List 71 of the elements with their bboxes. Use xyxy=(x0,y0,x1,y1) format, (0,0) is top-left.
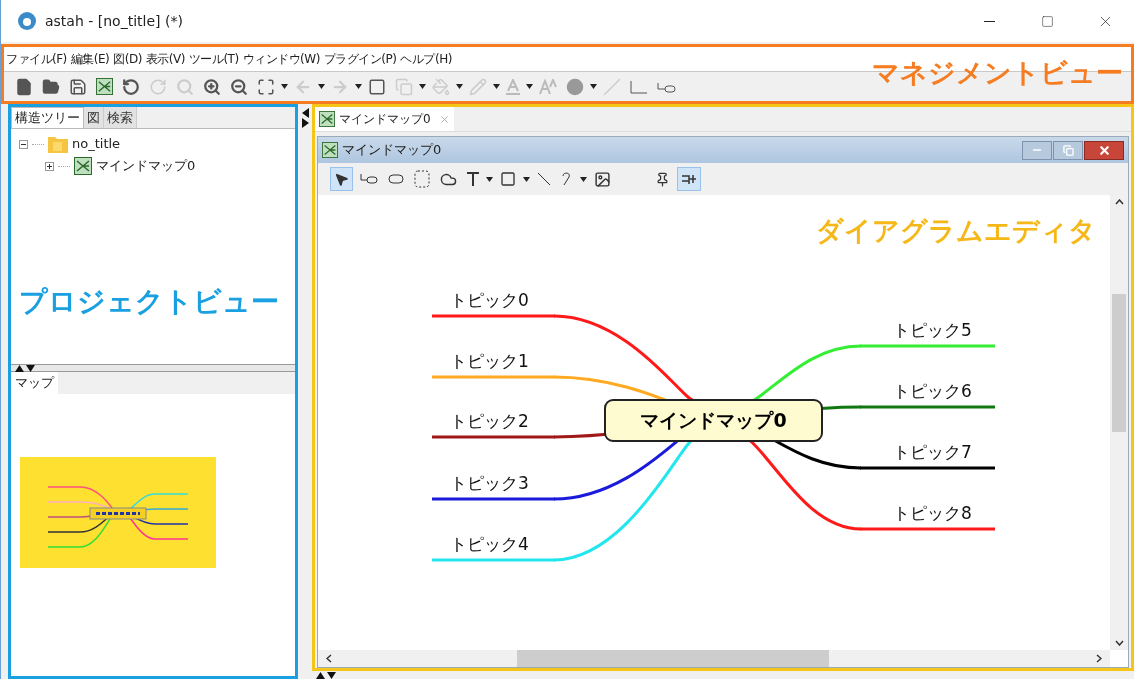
menu-item[interactable]: 編集(E) xyxy=(70,50,110,68)
expand-right-icon[interactable] xyxy=(301,118,309,128)
splitter-arrows-icon[interactable] xyxy=(15,364,35,372)
collapse-left-icon[interactable] xyxy=(301,108,309,118)
restore-icon xyxy=(1062,144,1074,156)
topic-label[interactable]: トピック6 xyxy=(893,381,972,401)
scroll-left-icon[interactable] xyxy=(326,654,332,663)
topic-label[interactable]: トピック8 xyxy=(893,503,972,523)
topic-label[interactable]: トピック3 xyxy=(450,473,529,493)
minimize-icon xyxy=(983,20,995,22)
diagram-window-title: マインドマップ0 xyxy=(342,141,442,160)
menu-item[interactable]: 図(D) xyxy=(113,50,142,68)
central-topic[interactable] xyxy=(604,399,823,442)
panel-tab[interactable]: 図 xyxy=(84,107,104,128)
topic-label[interactable]: トピック0 xyxy=(450,290,529,310)
scroll-up-icon[interactable] xyxy=(1114,199,1124,205)
management-view-label: マネジメントビュー xyxy=(872,59,1123,86)
menu-item[interactable]: ファイル(F) xyxy=(6,50,67,68)
align-tool-icon[interactable] xyxy=(677,167,701,191)
horizontal-scrollbar[interactable] xyxy=(318,650,1110,667)
scroll-right-icon[interactable] xyxy=(1096,654,1102,663)
expand-icon[interactable] xyxy=(45,161,54,171)
tree-item[interactable]: no_title xyxy=(72,134,121,154)
window-title: astah - [no_title] (*) xyxy=(45,11,183,31)
diagram-editor-label: ダイアグラムエディタ xyxy=(816,217,1096,244)
caret-icon[interactable] xyxy=(281,84,288,89)
vertical-scrollbar[interactable] xyxy=(1110,195,1128,650)
caret-icon[interactable] xyxy=(523,176,530,182)
close-icon xyxy=(1097,143,1111,157)
caret-icon[interactable] xyxy=(526,84,533,89)
close-tab-icon xyxy=(438,113,450,125)
topic-label[interactable]: トピック2 xyxy=(450,411,529,431)
mindmap-icon xyxy=(74,157,92,175)
caret-icon[interactable] xyxy=(355,84,362,89)
splitter-arrows-icon[interactable] xyxy=(316,671,336,679)
mindmap-icon xyxy=(319,111,335,127)
caret-icon[interactable] xyxy=(318,84,325,89)
topic-label[interactable]: トピック1 xyxy=(450,351,529,371)
select-tool-icon[interactable] xyxy=(330,167,353,191)
panel-tab[interactable]: マップ xyxy=(11,372,58,394)
mindmap-icon xyxy=(322,142,338,158)
tree-item[interactable]: マインドマップ0 xyxy=(96,156,196,176)
restore-button[interactable] xyxy=(1053,140,1083,160)
scroll-down-icon[interactable] xyxy=(1114,640,1124,646)
caret-icon[interactable] xyxy=(456,84,463,89)
app-logo-icon xyxy=(17,11,37,31)
panel-tab[interactable]: 検索 xyxy=(104,107,137,128)
topic-label[interactable]: トピック5 xyxy=(893,320,972,340)
minimize-button[interactable] xyxy=(1022,140,1052,160)
menu-item[interactable]: ツール(T) xyxy=(188,50,239,68)
caret-icon[interactable] xyxy=(590,84,597,89)
central-topic-label[interactable]: マインドマップ0 xyxy=(640,409,787,431)
panel-tab[interactable]: 構造ツリー xyxy=(11,107,84,128)
menu-item[interactable]: プラグイン(P) xyxy=(323,50,397,68)
caret-icon[interactable] xyxy=(486,176,493,182)
menu-item[interactable]: ウィンドウ(W) xyxy=(242,50,320,68)
caret-icon[interactable] xyxy=(493,84,500,89)
editor-tab[interactable]: マインドマップ0 xyxy=(315,107,454,131)
collapse-icon[interactable] xyxy=(19,139,28,149)
topic-label[interactable]: トピック7 xyxy=(893,442,972,462)
caret-icon[interactable] xyxy=(580,176,587,182)
menu-item[interactable]: ヘルプ(H) xyxy=(400,50,452,68)
scrollbar-thumb[interactable] xyxy=(517,650,829,667)
folder-icon xyxy=(48,135,68,153)
close-button[interactable] xyxy=(1084,140,1124,160)
maximize-icon xyxy=(1040,14,1054,28)
scrollbar-thumb[interactable] xyxy=(1112,293,1126,432)
project-view-label: プロジェクトビュー xyxy=(19,288,279,316)
menu-item[interactable]: 表示(V) xyxy=(145,50,185,68)
caret-icon[interactable] xyxy=(419,84,426,89)
topic-label[interactable]: トピック4 xyxy=(450,534,529,554)
